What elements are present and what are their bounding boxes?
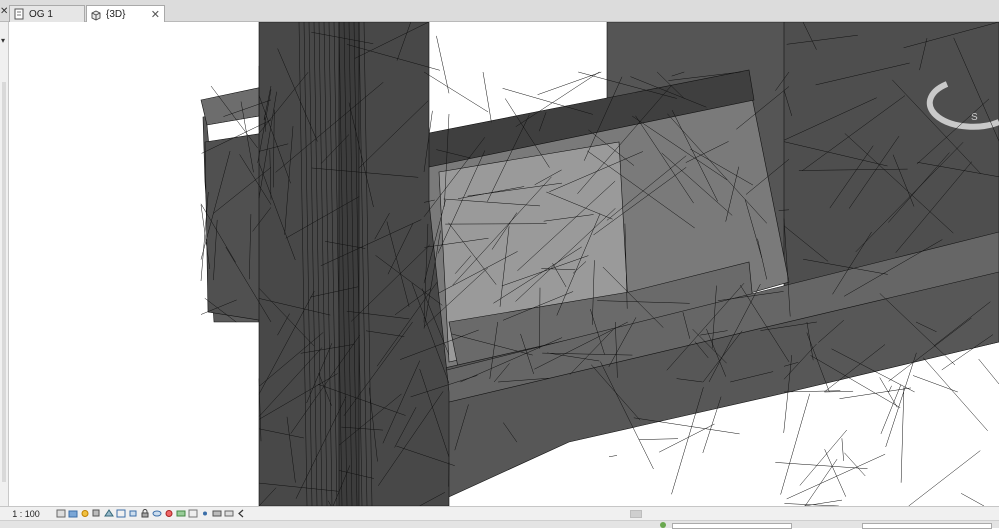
wireframe-edge: [909, 451, 981, 506]
wireframe-edge: [659, 424, 714, 452]
wireframe-edge: [961, 493, 984, 506]
show-crop-region-icon[interactable]: [128, 509, 138, 518]
wireframe-edge: [781, 394, 810, 495]
tab-label: OG 1: [29, 9, 53, 20]
temporary-hide-icon[interactable]: [152, 509, 162, 518]
wireframe-edge: [424, 72, 488, 112]
wireframe-edge: [901, 387, 904, 482]
reveal-hidden-icon[interactable]: [164, 509, 174, 518]
visual-style-icon[interactable]: [68, 509, 78, 518]
shadows-icon[interactable]: [92, 509, 102, 518]
view-scale[interactable]: 1 : 100: [0, 509, 52, 519]
wireframe-edge: [609, 455, 617, 456]
wireframe-edge: [923, 358, 988, 431]
wireframe-edge: [639, 439, 678, 440]
render-icon[interactable]: [104, 509, 114, 518]
view-tab-bar: ✕ OG 1 {3D} ✕: [0, 0, 999, 22]
chevron-down-icon[interactable]: ▾: [1, 36, 5, 45]
vertical-scrollbar[interactable]: [2, 82, 6, 482]
close-icon[interactable]: ✕: [0, 6, 8, 18]
horizontal-scrollbar-thumb[interactable]: [630, 510, 642, 518]
status-indicator-icon: [660, 522, 666, 528]
chevron-left-icon[interactable]: [236, 509, 246, 518]
tab-3d[interactable]: {3D} ✕: [86, 5, 165, 23]
wireframe-edge: [634, 418, 740, 434]
detail-level-icon[interactable]: [56, 509, 66, 518]
tab-og-1[interactable]: OG 1: [9, 5, 85, 22]
3d-view-icon: [91, 9, 101, 21]
status-strip: [0, 520, 999, 528]
close-icon[interactable]: ✕: [151, 8, 160, 21]
view-cube-label: S: [971, 112, 978, 123]
left-panel-edge: ▾: [0, 22, 9, 506]
design-option-selector[interactable]: [862, 523, 992, 529]
tab-label: {3D}: [106, 9, 125, 20]
horizontal-scrollbar[interactable]: [250, 510, 990, 518]
sun-path-icon[interactable]: [80, 509, 90, 518]
wireframe-edge: [483, 72, 491, 122]
wireframe-edge: [979, 359, 999, 384]
floor-plan-view-icon: [14, 8, 24, 20]
wireframe-edge: [436, 36, 449, 93]
3d-viewport[interactable]: S: [9, 22, 999, 506]
wireframe-edge: [842, 438, 844, 461]
view-control-icons: [52, 509, 246, 518]
worksharing-icon[interactable]: [176, 509, 186, 518]
3d-model-render: S: [9, 22, 999, 506]
wireframe-edge: [800, 430, 847, 486]
reveal-constraints-icon[interactable]: [224, 509, 234, 518]
analytical-model-icon[interactable]: [200, 509, 210, 518]
wireframe-edge: [805, 459, 837, 506]
workset-selector[interactable]: [672, 523, 792, 529]
lock-3d-view-icon[interactable]: [140, 509, 150, 518]
temporary-view-properties-icon[interactable]: [188, 509, 198, 518]
crop-view-icon[interactable]: [116, 509, 126, 518]
highlight-displacement-icon[interactable]: [212, 509, 222, 518]
view-control-bar: 1 : 100: [0, 506, 999, 520]
